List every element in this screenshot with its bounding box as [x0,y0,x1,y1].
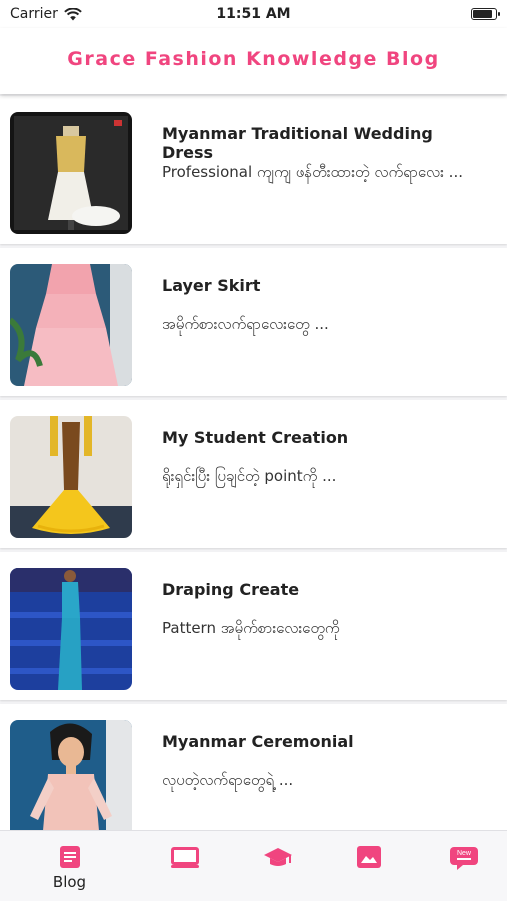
post-title: Myanmar Traditional Wedding Dress [162,124,433,162]
image-icon [356,846,381,868]
tab-new[interactable]: New [413,831,507,901]
app-header: Grace Fashion Knowledge Blog [0,28,507,94]
page-title: Grace Fashion Knowledge Blog [67,48,440,70]
new-badge-icon: New [449,847,478,870]
tab-courses[interactable] [227,831,328,901]
status-time: 11:51 AM [216,6,291,22]
post-card[interactable]: My Student Creation ရိုးရှင်းပြီး ပြချင်… [0,400,507,548]
status-bar: Carrier 11:51 AM [0,0,507,28]
graduation-cap-icon [263,848,292,866]
video-icon [170,847,199,868]
post-excerpt: Pattern အမိုက်စားလေးတွေကို [162,619,340,637]
battery-icon [471,8,500,20]
tab-gallery[interactable] [318,831,419,901]
tab-label-blog: Blog [52,873,87,891]
post-list[interactable]: Myanmar Traditional Wedding Dress Profes… [0,96,507,830]
post-title: My Student Creation [162,428,349,447]
post-thumbnail [10,416,132,538]
post-title: Draping Create [162,580,300,599]
blog-icon [59,846,80,868]
post-thumbnail [10,264,132,386]
new-badge-label: New [456,850,471,857]
post-excerpt: Professional ကျကျ ဖန်တီးထားတဲ့ လက်ရာလေး … [162,163,463,181]
post-title: Myanmar Ceremonial [162,732,354,751]
post-card[interactable]: Layer Skirt အမိုက်စားလက်ရာလေးတွေ ... [0,248,507,396]
post-excerpt: အမိုက်စားလက်ရာလေးတွေ ... [162,315,329,333]
post-title: Layer Skirt [162,276,261,295]
post-thumbnail [10,112,132,234]
tab-videos[interactable] [134,831,235,901]
post-card[interactable]: Myanmar Traditional Wedding Dress Profes… [0,96,507,244]
post-excerpt: လုပတဲ့လက်ရာတွေရဲ့ ... [162,771,294,789]
post-excerpt: ရိုးရှင်းပြီး ပြချင်တဲ့ pointကို ... [162,467,337,485]
post-card[interactable]: Draping Create Pattern အမိုက်စားလေးတွေကိ… [0,552,507,700]
post-card[interactable]: Myanmar Ceremonial လုပတဲ့လက်ရာတွေရဲ့ ... [0,704,507,830]
post-thumbnail [10,720,132,830]
bottom-tab-bar: Blog New [0,830,507,901]
battery-fill [473,10,492,18]
post-thumbnail [10,568,132,690]
tab-blog[interactable]: Blog [19,831,120,901]
